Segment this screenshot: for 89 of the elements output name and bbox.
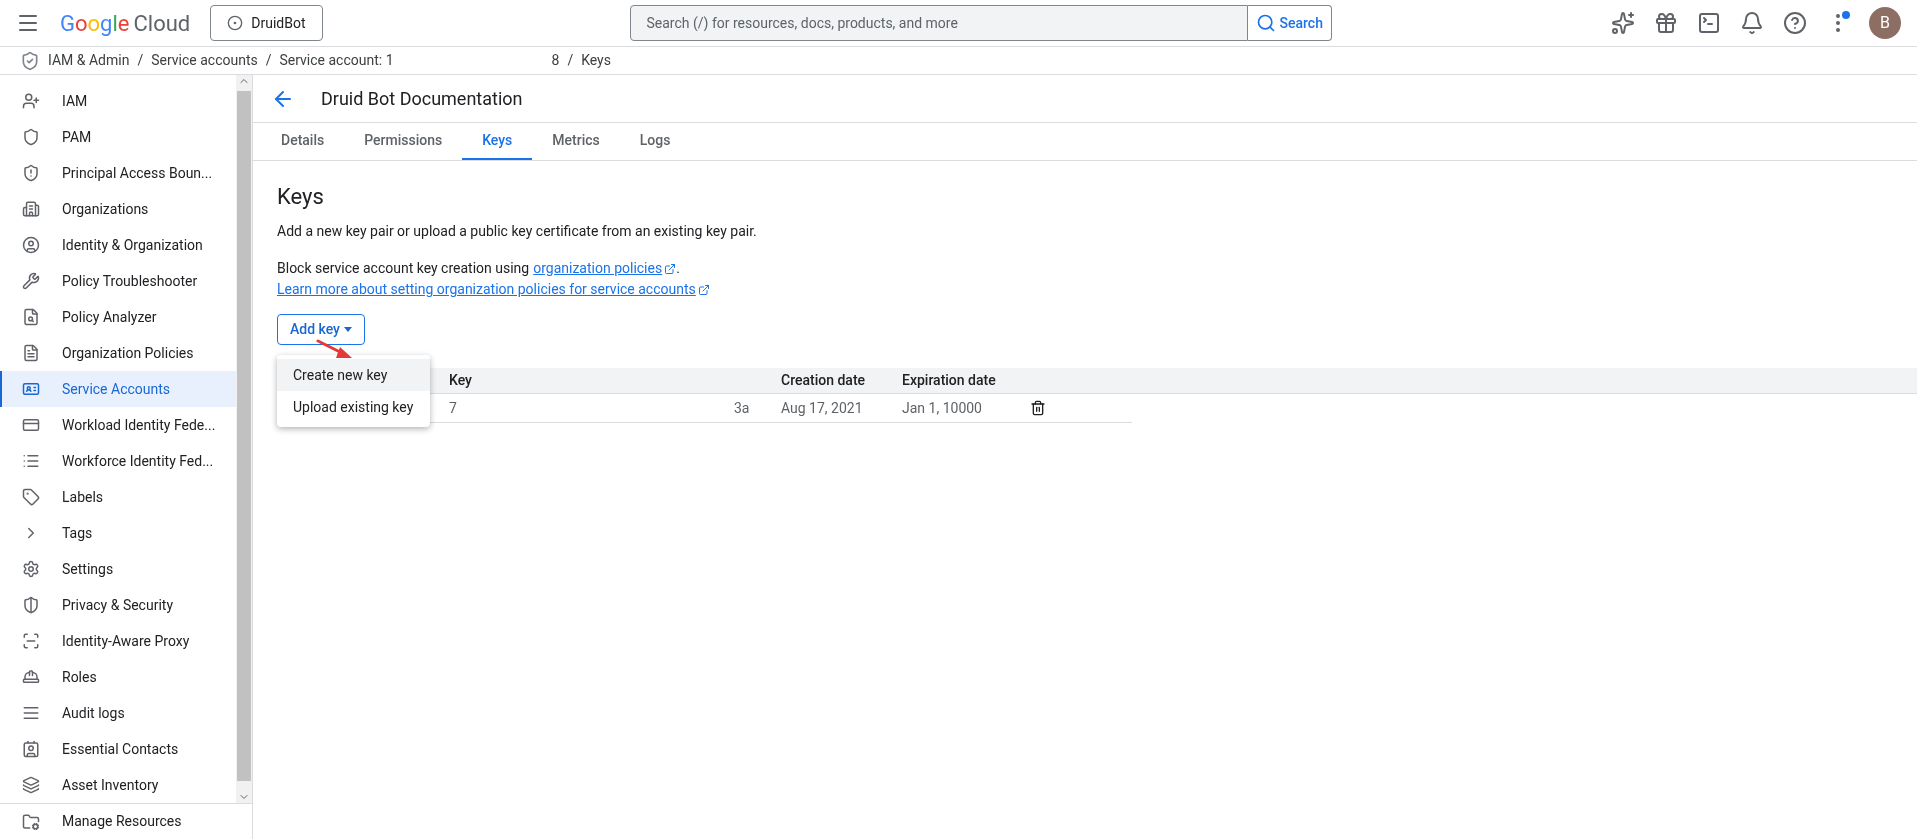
sidebar-item[interactable]: Manage Resources bbox=[0, 803, 252, 839]
sidebar-item[interactable]: Workload Identity Fede... bbox=[0, 407, 236, 443]
sidebar-item[interactable]: Essential Contacts bbox=[0, 731, 236, 767]
project-icon bbox=[227, 15, 244, 31]
sidebar-item[interactable]: PAM bbox=[0, 119, 236, 155]
shield-icon bbox=[20, 50, 40, 71]
bell-icon[interactable] bbox=[1740, 11, 1764, 35]
sidebar-item[interactable]: Service Accounts bbox=[0, 371, 236, 407]
sidebar-item[interactable]: Labels bbox=[0, 479, 236, 515]
building-icon bbox=[22, 200, 40, 218]
help-icon[interactable] bbox=[1783, 11, 1807, 35]
tag-icon bbox=[22, 488, 40, 506]
policy-link[interactable]: organization policies bbox=[533, 258, 677, 279]
sidebar-item[interactable]: Tags bbox=[0, 515, 236, 551]
policy-text: Block service account key creation using bbox=[277, 259, 530, 278]
sidebar-item[interactable]: Audit logs bbox=[0, 695, 236, 731]
breadcrumb-link[interactable]: Service account: 1 bbox=[279, 50, 394, 71]
document-icon bbox=[22, 344, 40, 362]
folder-icon bbox=[22, 812, 40, 831]
search-button[interactable]: Search bbox=[1247, 5, 1332, 41]
caret-icon bbox=[344, 327, 352, 332]
sidebar-item[interactable]: Identity & Organization bbox=[0, 227, 236, 263]
table-cell-text: Aug 17, 2021 bbox=[781, 398, 864, 418]
external-link-icon bbox=[664, 262, 677, 275]
menu-item[interactable]: Create new key bbox=[277, 359, 430, 391]
breadcrumb-link[interactable]: IAM & Admin bbox=[48, 50, 130, 71]
list-icon bbox=[22, 452, 40, 470]
settings-icon bbox=[22, 560, 40, 578]
page-title: Druid Bot Documentation bbox=[321, 87, 523, 111]
tab[interactable]: Logs bbox=[619, 123, 691, 160]
shield-icon bbox=[22, 596, 40, 614]
sparkle-icon[interactable] bbox=[1611, 11, 1635, 35]
sidebar-item[interactable]: Privacy & Security bbox=[0, 587, 236, 623]
sidebar-item[interactable]: Policy Analyzer bbox=[0, 299, 236, 335]
search-icon bbox=[1255, 13, 1276, 33]
shield-icon bbox=[22, 128, 40, 146]
wrench-icon bbox=[22, 272, 40, 290]
column-header: Creation date bbox=[781, 371, 867, 390]
sidebar-item[interactable]: Asset Inventory bbox=[0, 767, 236, 803]
person-add-icon bbox=[22, 92, 40, 110]
period-text: . bbox=[676, 259, 680, 278]
external-link-icon bbox=[697, 283, 710, 296]
sidebar-item[interactable]: IAM bbox=[0, 83, 236, 119]
contact-icon bbox=[22, 740, 40, 758]
sidebar-item[interactable]: Policy Troubleshooter bbox=[0, 263, 236, 299]
add-key-button[interactable]: Add key bbox=[277, 314, 365, 345]
breadcrumb-separator: / bbox=[265, 51, 272, 70]
sidebar-item[interactable]: Settings bbox=[0, 551, 236, 587]
menu-item[interactable]: Upload existing key bbox=[277, 391, 430, 423]
layers-icon bbox=[22, 776, 40, 794]
tab[interactable]: Permissions bbox=[344, 123, 463, 160]
breadcrumb-link[interactable]: Keys bbox=[581, 50, 611, 71]
delete-icon[interactable] bbox=[1030, 400, 1046, 416]
breadcrumb-link[interactable]: 8 bbox=[551, 50, 560, 71]
sidebar-item[interactable]: Workforce Identity Fed... bbox=[0, 443, 236, 479]
lines-icon bbox=[22, 704, 40, 722]
sidebar-item[interactable]: Organizations bbox=[0, 191, 236, 227]
sidebar-item[interactable]: Identity-Aware Proxy bbox=[0, 623, 236, 659]
document-icon bbox=[22, 308, 40, 326]
column-header: Expiration date bbox=[902, 371, 996, 390]
breadcrumb-separator: / bbox=[137, 51, 144, 70]
terminal-icon[interactable] bbox=[1697, 11, 1721, 35]
description: Add a new key pair or upload a public key certificate from an existing key pair. bbox=[277, 222, 758, 241]
hat-icon bbox=[22, 668, 40, 686]
card-icon bbox=[22, 416, 40, 434]
person-icon bbox=[22, 236, 40, 254]
search-field[interactable]: Search (/) for resources, docs, products, and more bbox=[629, 5, 1248, 41]
tab[interactable]: Metrics bbox=[532, 123, 620, 160]
table-cell-text: 7 bbox=[449, 398, 458, 418]
sidebar-item[interactable]: Organization Policies bbox=[0, 335, 236, 371]
sidebar-item[interactable]: Principal Access Boun... bbox=[0, 155, 236, 191]
logo[interactable]: Google Cloud bbox=[60, 6, 191, 40]
learn-more-link[interactable]: Learn more about setting organization policies for service accounts bbox=[277, 279, 710, 300]
breadcrumb-link[interactable]: Service accounts bbox=[151, 50, 258, 71]
sidebar-item[interactable]: Roles bbox=[0, 659, 236, 695]
table-cell-text: Jan 1, 10000 bbox=[902, 398, 983, 418]
id-card-icon bbox=[22, 380, 40, 398]
gift-icon[interactable] bbox=[1654, 11, 1678, 35]
column-header: Key bbox=[449, 371, 473, 390]
tab[interactable]: Keys bbox=[462, 123, 533, 160]
tab[interactable]: Details bbox=[261, 123, 345, 160]
avatar[interactable]: B bbox=[1869, 7, 1901, 39]
pointer-arrow bbox=[316, 339, 354, 361]
frame-icon bbox=[22, 632, 40, 650]
shield-icon bbox=[22, 164, 40, 182]
project-picker[interactable]: DruidBot bbox=[210, 5, 323, 41]
breadcrumb-separator: / bbox=[567, 51, 574, 70]
table-cell-text: 3a bbox=[734, 398, 751, 418]
section-heading: Keys bbox=[277, 183, 325, 211]
